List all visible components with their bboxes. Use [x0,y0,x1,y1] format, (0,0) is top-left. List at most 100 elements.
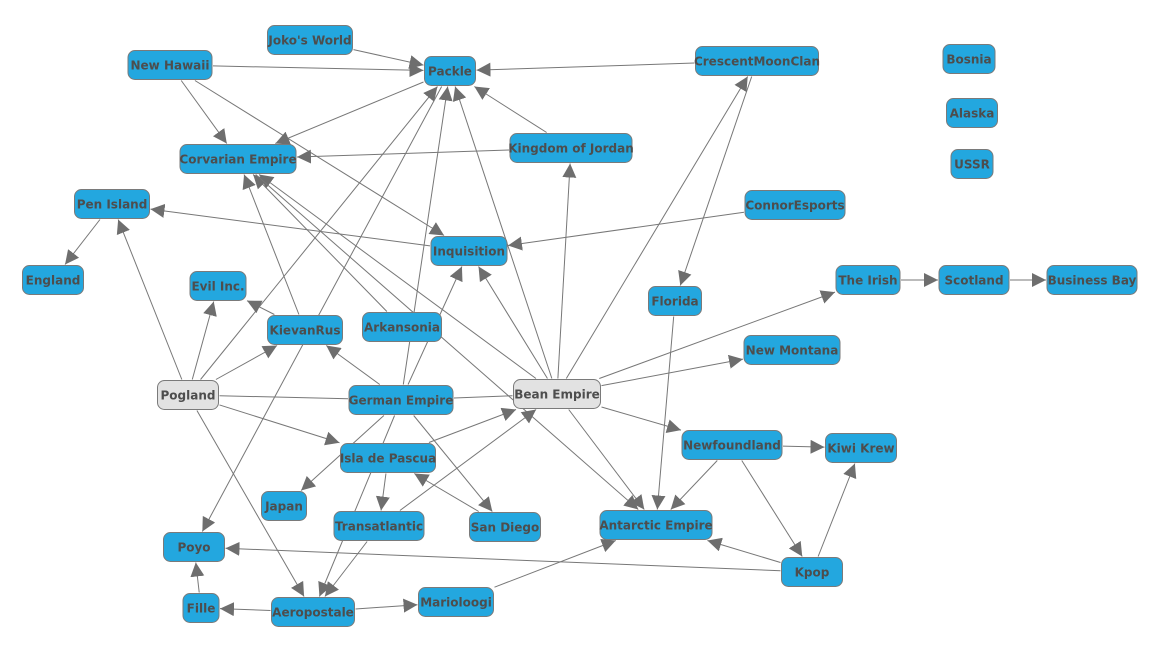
node-kievanrus[interactable]: KievanRus [267,315,343,345]
node-german-empire[interactable]: German Empire [348,385,454,415]
edge-newfoundland-to-antarctic-empire [670,460,718,510]
node-label: Corvarian Empire [179,153,296,167]
edge-connoresports-to-inquisition [507,211,745,251]
node-japan[interactable]: Japan [261,491,307,521]
node-transatlantic[interactable]: Transatlantic [333,511,425,541]
node-business-bay[interactable]: Business Bay [1046,265,1138,295]
node-label: Florida [651,295,698,309]
edge-newfoundland-to-kiwi-krew [782,439,825,454]
node-new-montana[interactable]: New Montana [743,335,841,365]
edge-german-empire-to-bean-empire [453,395,513,399]
node-arkansonia[interactable]: Arkansonia [362,312,442,342]
edge-pogland-to-german-empire [219,395,349,400]
edge-inquisition-to-pen-island [150,203,431,247]
node-label: Transatlantic [335,520,423,534]
edge-german-empire-to-aeropostale [318,415,396,597]
node-scotland[interactable]: Scotland [938,265,1010,295]
edge-aeropostale-to-marioloogi [355,598,418,613]
edge-arkansonia-to-corvarian-empire [252,174,388,312]
node-label: England [26,274,81,288]
node-label: ConnorEsports [745,199,844,213]
node-label: Isla de Pascua [340,452,436,466]
node-label: Bean Empire [514,388,600,402]
node-corvarian-empire[interactable]: Corvarian Empire [179,144,297,174]
node-label: Joko's World [267,34,351,48]
edge-kpop-to-poyo [225,541,781,572]
edge-pogland-to-isla-de-pascua [219,404,340,446]
node-kiwi-krew[interactable]: Kiwi Krew [825,433,897,463]
node-label: Alaska [950,107,995,121]
edge-new-hawaii-to-packle [212,63,424,78]
node-label: Aeropostale [272,606,354,620]
node-label: Japan [264,500,303,514]
node-fille[interactable]: Fille [182,593,220,623]
node-label: Evil Inc. [191,280,244,294]
edge-florida-to-antarctic-empire [651,316,675,510]
node-bean-empire[interactable]: Bean Empire [513,379,601,409]
edge-kpop-to-antarctic-empire [707,537,781,563]
node-label: San Diego [471,521,540,535]
node-label: Pen Island [77,198,148,212]
edge-marioloogi-to-antarctic-empire [494,538,616,588]
node-poyo[interactable]: Poyo [163,532,225,562]
edge-kievanrus-to-evil-inc [246,300,275,315]
node-aeropostale[interactable]: Aeropostale [271,597,355,627]
node-label: Newfoundland [683,439,781,453]
edge-kpop-to-kiwi-krew [817,463,857,557]
edge-kingdom-of-jordan-to-packle [474,86,547,133]
edge-new-hawaii-to-corvarian-empire [180,80,228,144]
node-joko-s-world[interactable]: Joko's World [267,25,353,55]
node-label: Marioloogi [420,596,492,610]
node-crescentmoonclan[interactable]: CrescentMoonClan [694,46,820,76]
edge-pogland-to-kievanrus [215,345,278,380]
edge-crescentmoonclan-to-packle [476,62,695,77]
edge-aeropostale-to-fille [219,602,271,617]
graph-canvas: Joko's World New Hawaii Packle CrescentMoon… [22,25,1138,627]
node-label: New Montana [746,344,839,358]
edge-crescentmoonclan-to-florida [678,76,753,286]
node-label: Kpop [795,566,830,580]
node-label: Pogland [161,389,216,403]
node-alaska[interactable]: Alaska [946,98,998,128]
node-new-hawaii[interactable]: New Hawaii [127,50,213,80]
node-label: The Irish [838,274,897,288]
node-label: KievanRus [270,324,341,338]
node-marioloogi[interactable]: Marioloogi [418,587,494,617]
node-the-irish[interactable]: The Irish [835,265,901,295]
edge-pogland-to-pen-island [116,219,183,380]
edge-bean-empire-to-newfoundland [601,406,682,433]
edge-packle-to-corvarian-empire [275,81,424,145]
node-connoresports[interactable]: ConnorEsports [744,190,846,220]
node-label: New Hawaii [131,59,210,73]
node-label: Kingdom of Jordan [508,142,634,156]
edge-bean-empire-to-new-montana [601,354,744,387]
edge-joko-s-world-to-packle [353,49,424,69]
node-florida[interactable]: Florida [648,286,702,316]
edge-german-empire-to-kievanrus [325,345,381,385]
node-label: Arkansonia [364,321,440,335]
node-antarctic-empire[interactable]: Antarctic Empire [599,510,713,540]
node-england[interactable]: England [22,265,84,295]
node-evil-inc[interactable]: Evil Inc. [189,271,247,301]
edge-newfoundland-to-kpop [741,460,803,557]
edge-bean-empire-to-kingdom-of-jordan [557,163,577,379]
node-pen-island[interactable]: Pen Island [74,189,150,219]
node-isla-de-pascua[interactable]: Isla de Pascua [340,443,436,473]
node-inquisition[interactable]: Inquisition [430,236,508,266]
node-pogland[interactable]: Pogland [157,380,219,410]
node-label: Kiwi Krew [827,442,894,456]
node-ussr[interactable]: USSR [950,149,994,179]
node-label: Packle [428,65,472,79]
node-newfoundland[interactable]: Newfoundland [681,430,783,460]
node-label: Scotland [944,274,1003,288]
node-bosnia[interactable]: Bosnia [942,44,996,74]
node-kpop[interactable]: Kpop [781,557,843,587]
node-packle[interactable]: Packle [424,56,476,86]
node-san-diego[interactable]: San Diego [469,512,541,542]
edge-bean-empire-to-packle [452,86,553,379]
node-label: Antarctic Empire [599,519,712,533]
node-kingdom-of-jordan[interactable]: Kingdom of Jordan [508,133,634,163]
node-label: Business Bay [1048,274,1137,288]
node-label: USSR [954,158,990,172]
edge-fille-to-poyo [190,562,205,593]
